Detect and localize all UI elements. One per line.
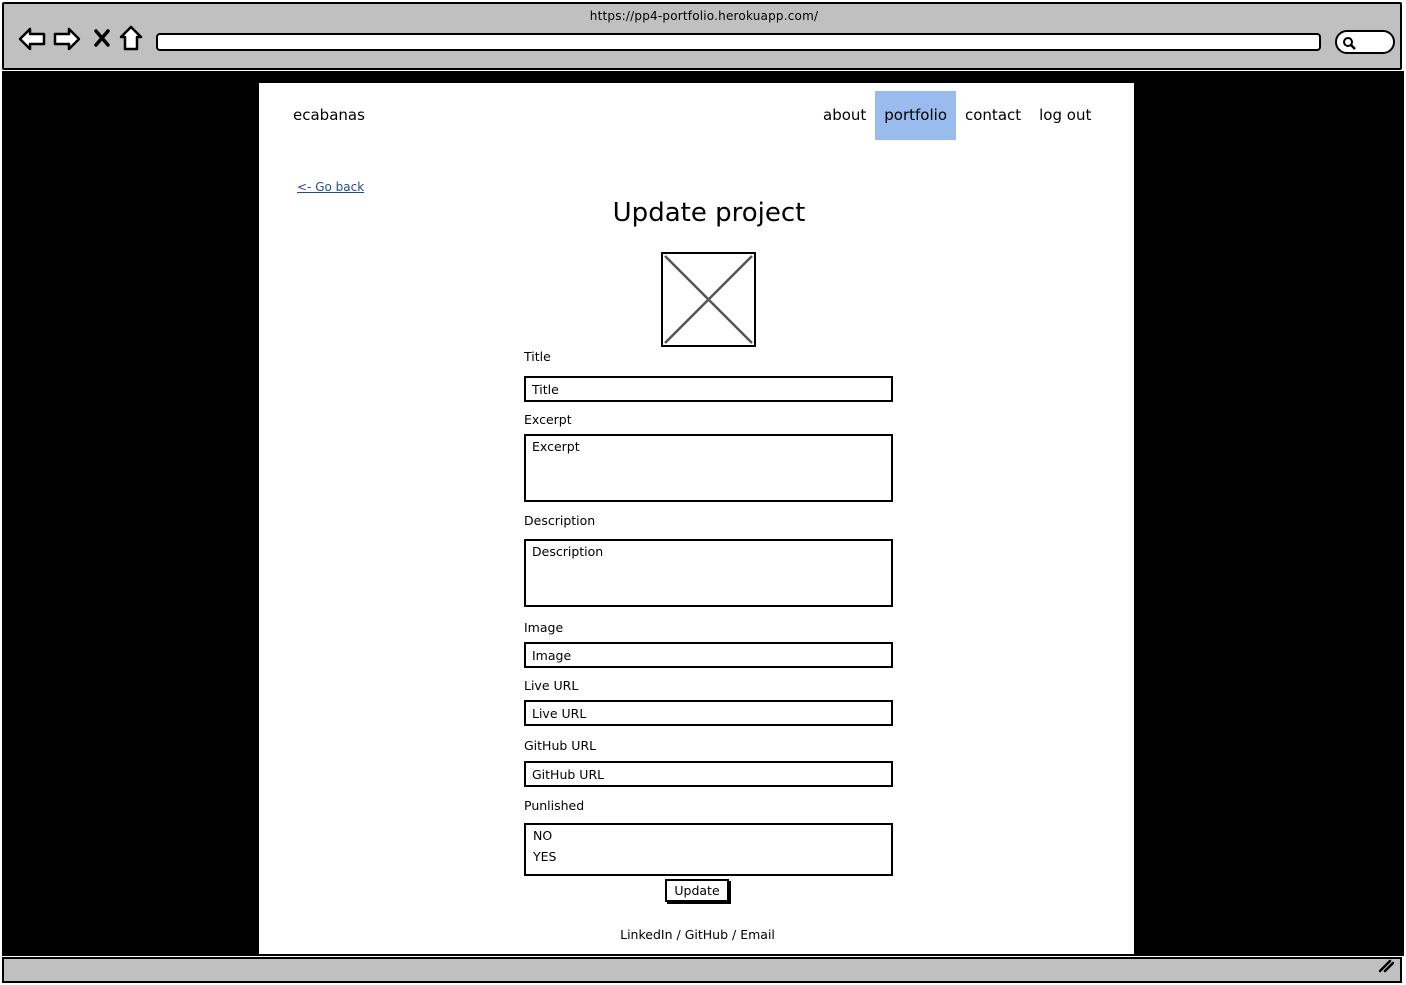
nav-item-log-out[interactable]: log out [1030,91,1100,140]
footer-separator: / [732,927,737,942]
image-label: Image [524,620,564,635]
image-input[interactable] [524,642,893,668]
github-url-label: GitHub URL [524,738,597,753]
forward-arrow-icon[interactable] [53,26,81,56]
close-icon[interactable] [93,28,111,52]
home-icon[interactable] [118,24,144,56]
page-title: Update project [612,198,806,228]
address-bar[interactable] [156,33,1321,51]
browser-status-bar [2,957,1402,983]
update-button[interactable]: Update [665,879,729,902]
published-label: Punlished [524,798,585,813]
title-label: Title [524,349,551,364]
resize-grip-icon[interactable] [1378,958,1395,977]
footer-email-link[interactable]: Email [740,927,775,942]
go-back-link[interactable]: <- Go back [297,180,364,194]
project-image-placeholder [661,252,756,347]
published-option-no[interactable]: NO [526,825,891,846]
page-container: ecabanas about portfolio contact log out… [259,83,1134,954]
footer-github-link[interactable]: GitHub [685,927,728,942]
footer-separator: / [676,927,681,942]
nav-item-contact[interactable]: contact [956,91,1030,140]
browser-search-box[interactable] [1335,30,1395,54]
back-arrow-icon[interactable] [18,26,46,56]
excerpt-textarea[interactable] [524,434,893,502]
brand-logo[interactable]: ecabanas [293,106,365,124]
footer-linkedin-link[interactable]: LinkedIn [620,927,672,942]
published-option-yes[interactable]: YES [526,846,891,867]
description-textarea[interactable] [524,539,893,607]
github-url-input[interactable] [524,761,893,787]
browser-toolbar: https://pp4-portfolio.herokuapp.com/ [2,2,1402,70]
nav-item-about[interactable]: about [814,91,875,140]
main-nav: about portfolio contact log out [814,91,1100,140]
browser-url-text[interactable]: https://pp4-portfolio.herokuapp.com/ [4,9,1404,23]
live-url-input[interactable] [524,700,893,726]
live-url-label: Live URL [524,678,579,693]
title-input[interactable] [524,376,893,402]
nav-item-portfolio[interactable]: portfolio [875,91,956,140]
published-select[interactable]: NO YES [524,823,893,876]
excerpt-label: Excerpt [524,412,572,427]
description-label: Description [524,513,596,528]
footer: LinkedIn / GitHub / Email [259,927,1136,942]
